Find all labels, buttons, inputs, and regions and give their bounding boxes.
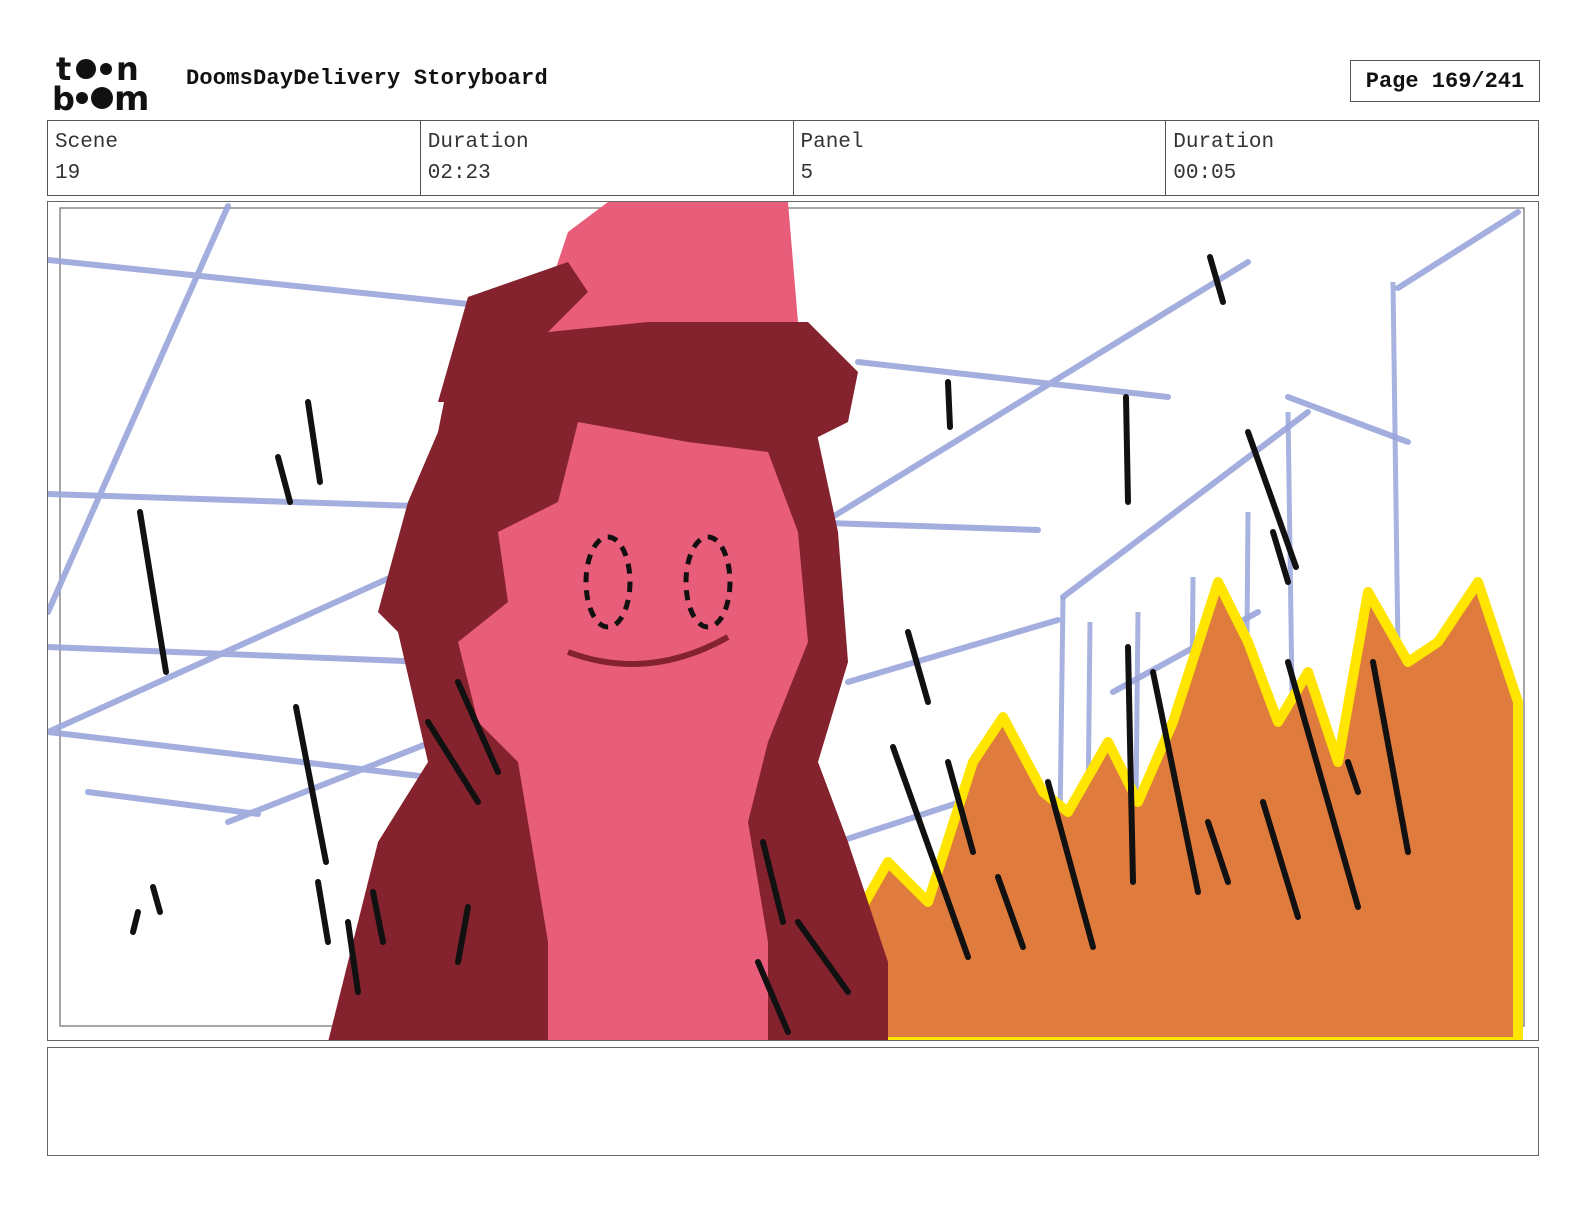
scene-value: 19 [55, 162, 81, 185]
panel-duration-label: Duration [1173, 131, 1275, 154]
document-title: DoomsDayDelivery Storyboard [186, 66, 548, 91]
scene-label: Scene [55, 131, 119, 154]
svg-text:b: b [52, 80, 75, 114]
toon-boom-logo: t n b m [52, 50, 149, 114]
panel-artwork [48, 202, 1525, 1040]
scene-duration-cell: Duration 02:23 [419, 121, 793, 195]
scene-duration-value: 02:23 [427, 162, 491, 185]
page-indicator: Page 169/241 [1350, 60, 1540, 102]
panel-duration-value: 00:05 [1173, 162, 1237, 185]
scene-duration-label: Duration [427, 131, 529, 154]
storyboard-panel-image [47, 201, 1539, 1041]
character-hat-crown [548, 202, 798, 332]
panel-notes-box[interactable] [47, 1047, 1539, 1156]
panel-value: 5 [800, 162, 814, 185]
panel-cell: Panel 5 [792, 121, 1166, 195]
scene-cell: Scene 19 [48, 121, 420, 195]
panel-duration-cell: Duration 00:05 [1165, 121, 1538, 195]
svg-text:m: m [114, 79, 149, 114]
scene-info-table: Scene 19 Duration 02:23 Panel 5 Duration… [47, 120, 1539, 196]
panel-label: Panel [800, 131, 864, 154]
